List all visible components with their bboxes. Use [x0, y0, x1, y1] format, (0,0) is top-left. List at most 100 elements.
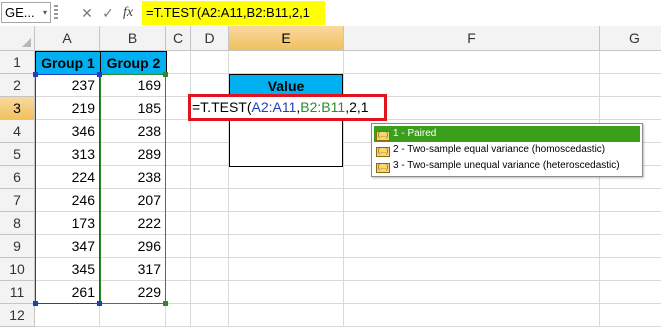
cell-d10[interactable]	[191, 258, 229, 281]
cell-g2[interactable]	[600, 74, 661, 97]
table-cell-group2[interactable]: 229	[100, 281, 166, 304]
cell-c6[interactable]	[166, 166, 191, 189]
row-header-12[interactable]: 12	[0, 304, 35, 327]
cell-c4[interactable]	[166, 120, 191, 143]
table-cell-group2[interactable]: 238	[100, 120, 166, 143]
row-header-6[interactable]: 6	[0, 166, 35, 189]
table-cell-group1[interactable]: 173	[35, 212, 100, 235]
cell-e9[interactable]	[229, 235, 344, 258]
table-header-group-2[interactable]: Group 2	[100, 51, 167, 75]
cell-g8[interactable]	[600, 212, 661, 235]
column-header-g[interactable]: G	[600, 26, 661, 51]
range-resize-handle[interactable]	[163, 72, 168, 77]
table-cell-group1[interactable]: 346	[35, 120, 100, 143]
table-cell-group2[interactable]: 296	[100, 235, 166, 258]
cell-d5[interactable]	[191, 143, 229, 166]
range-resize-handle[interactable]	[97, 301, 102, 306]
row-header-11[interactable]: 11	[0, 281, 35, 304]
cell-g3[interactable]	[600, 97, 661, 120]
table-cell-group2[interactable]: 317	[100, 258, 166, 281]
cell-d9[interactable]	[191, 235, 229, 258]
cell-d12[interactable]	[191, 304, 229, 327]
table-cell-group2[interactable]: 207	[100, 189, 166, 212]
cell-d7[interactable]	[191, 189, 229, 212]
cell-f9[interactable]	[344, 235, 600, 258]
formula-edit-cell[interactable]: =T.TEST(A2:A11,B2:B11,2,1	[188, 94, 387, 121]
row-header-2[interactable]: 2	[0, 74, 35, 97]
row-header-5[interactable]: 5	[0, 143, 35, 166]
table-cell-group1[interactable]: 246	[35, 189, 100, 212]
table-cell-group1[interactable]: 237	[35, 74, 100, 97]
cell-d1[interactable]	[191, 51, 229, 74]
autocomplete-item-unequal-variance[interactable]: (...) 3 - Two-sample unequal variance (he…	[374, 158, 640, 174]
value-cell[interactable]	[229, 120, 343, 144]
cell-g11[interactable]	[600, 281, 661, 304]
table-cell-group2[interactable]: 289	[100, 143, 166, 166]
cell-e8[interactable]	[229, 212, 344, 235]
cell-d8[interactable]	[191, 212, 229, 235]
formula-input[interactable]: =T.TEST(A2:A11,B2:B11,2,1	[142, 1, 325, 25]
cell-a12[interactable]	[35, 304, 100, 327]
cell-c7[interactable]	[166, 189, 191, 212]
row-header-9[interactable]: 9	[0, 235, 35, 258]
autocomplete-item-paired[interactable]: (...) 1 - Paired	[374, 126, 640, 142]
cell-d6[interactable]	[191, 166, 229, 189]
table-cell-group1[interactable]: 347	[35, 235, 100, 258]
row-header-3[interactable]: 3	[0, 97, 35, 120]
formula-bar-grip[interactable]	[54, 5, 58, 21]
table-cell-group2[interactable]: 238	[100, 166, 166, 189]
cell-c9[interactable]	[166, 235, 191, 258]
cell-f7[interactable]	[344, 189, 600, 212]
cell-f10[interactable]	[344, 258, 600, 281]
enter-icon[interactable]: ✓	[100, 3, 116, 23]
column-header-d[interactable]: D	[191, 26, 229, 51]
column-header-b[interactable]: B	[100, 26, 166, 51]
cell-b12[interactable]	[100, 304, 166, 327]
column-header-f[interactable]: F	[344, 26, 600, 51]
cell-e12[interactable]	[229, 304, 344, 327]
cell-c8[interactable]	[166, 212, 191, 235]
row-header-10[interactable]: 10	[0, 258, 35, 281]
cell-c11[interactable]	[166, 281, 191, 304]
cell-f1[interactable]	[344, 51, 600, 74]
cell-g1[interactable]	[600, 51, 661, 74]
table-cell-group1[interactable]: 313	[35, 143, 100, 166]
row-header-7[interactable]: 7	[0, 189, 35, 212]
range-resize-handle[interactable]	[33, 72, 38, 77]
cell-e6[interactable]	[229, 166, 344, 189]
column-header-e[interactable]: E	[229, 26, 344, 51]
cell-g10[interactable]	[600, 258, 661, 281]
table-cell-group1[interactable]: 261	[35, 281, 100, 304]
table-cell-group2[interactable]: 222	[100, 212, 166, 235]
cell-f11[interactable]	[344, 281, 600, 304]
table-cell-group2[interactable]: 185	[100, 97, 166, 120]
cell-c12[interactable]	[166, 304, 191, 327]
table-cell-group1[interactable]: 219	[35, 97, 100, 120]
autocomplete-item-equal-variance[interactable]: (...) 2 - Two-sample equal variance (homo…	[374, 142, 640, 158]
cell-e11[interactable]	[229, 281, 344, 304]
value-cell[interactable]	[229, 143, 343, 167]
row-header-4[interactable]: 4	[0, 120, 35, 143]
column-header-c[interactable]: C	[166, 26, 191, 51]
row-header-8[interactable]: 8	[0, 212, 35, 235]
table-cell-group1[interactable]: 345	[35, 258, 100, 281]
cell-e7[interactable]	[229, 189, 344, 212]
table-cell-group2[interactable]: 169	[100, 74, 166, 97]
range-resize-handle[interactable]	[97, 72, 102, 77]
range-resize-handle[interactable]	[33, 301, 38, 306]
cell-d4[interactable]	[191, 120, 229, 143]
cell-g12[interactable]	[600, 304, 661, 327]
cell-f8[interactable]	[344, 212, 600, 235]
cancel-icon[interactable]: ✕	[79, 3, 95, 23]
range-resize-handle[interactable]	[163, 301, 168, 306]
cell-c10[interactable]	[166, 258, 191, 281]
cell-e1[interactable]	[229, 51, 344, 74]
column-header-a[interactable]: A	[35, 26, 100, 51]
table-cell-group1[interactable]: 224	[35, 166, 100, 189]
cell-c1[interactable]	[166, 51, 191, 74]
name-box-dropdown-icon[interactable]: ▾	[40, 2, 50, 23]
insert-function-icon[interactable]: fx	[120, 3, 136, 23]
select-all-corner[interactable]	[0, 26, 35, 51]
cell-e10[interactable]	[229, 258, 344, 281]
cell-g7[interactable]	[600, 189, 661, 212]
